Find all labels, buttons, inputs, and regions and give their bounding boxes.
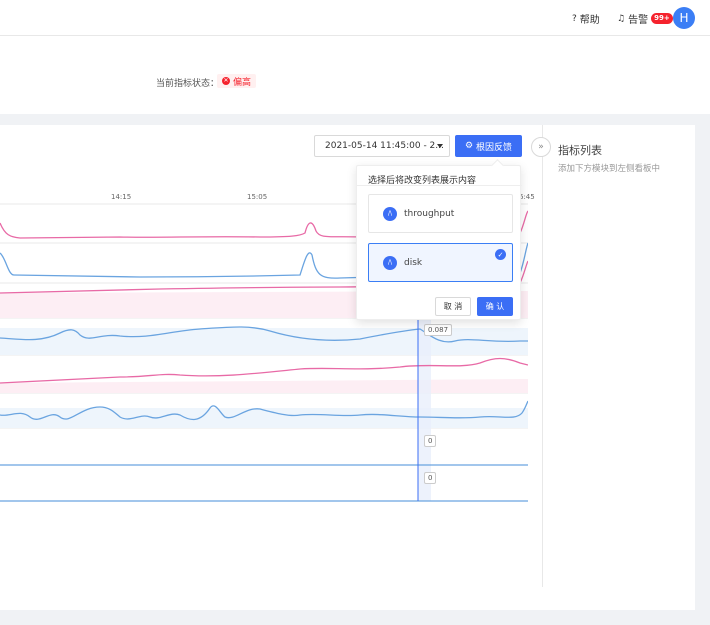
- metric-icon: /\: [383, 255, 397, 270]
- help-link[interactable]: ? 帮助: [572, 11, 600, 27]
- sidebar-hint: 添加下方模块到左侧看板中: [558, 164, 661, 174]
- sidebar-title: 指标列表: [558, 144, 602, 157]
- top-bar: ? 帮助 ♫ 告警 99+ H: [0, 0, 710, 36]
- dropdown-item-disk[interactable]: /\ disk ✓: [368, 243, 513, 282]
- dropdown-item-throughput[interactable]: /\ throughput: [368, 194, 513, 233]
- tooltip-value: 0.087: [424, 324, 453, 336]
- time-label: 6:45: [519, 193, 535, 201]
- metric-icon: /\: [383, 206, 397, 221]
- status-label: 当前指标状态：: [156, 79, 220, 89]
- warning-icon: ✕: [222, 77, 230, 85]
- alarm-link[interactable]: ♫ 告警 99+: [617, 11, 673, 26]
- cancel-button[interactable]: 取 消: [435, 297, 471, 316]
- tooltip-value: 0: [424, 472, 437, 484]
- status-value: 偏高: [233, 77, 252, 88]
- time-label: 15:05: [247, 193, 268, 201]
- pink-band: [0, 379, 528, 393]
- time-label: 14:15: [111, 193, 132, 201]
- confirm-button[interactable]: 确 认: [477, 297, 513, 316]
- dropdown-divider: [357, 185, 522, 186]
- main-panel: 2021-05-14 11:45:00 - 2... ⚙ 根因反馈 » 指标列表…: [0, 125, 695, 610]
- dropdown-item-label: disk: [404, 257, 423, 268]
- avatar[interactable]: H: [673, 7, 695, 29]
- alarm-label: 告警: [628, 15, 649, 26]
- status-strip: 当前指标状态： ✕ 偏高: [0, 36, 710, 114]
- double-chevron-right-icon[interactable]: »: [531, 137, 551, 157]
- pink-series-line: [0, 357, 528, 384]
- dropdown-item-label: throughput: [404, 208, 455, 219]
- question-circle-icon: ?: [572, 13, 577, 24]
- help-label: 帮助: [579, 15, 600, 26]
- date-range-select[interactable]: 2021-05-14 11:45:00 - 2...: [314, 135, 450, 157]
- date-range-value: 2021-05-14 11:45:00 - 2...: [325, 141, 444, 151]
- status-badge: ✕ 偏高: [217, 74, 257, 88]
- panel-divider: [542, 125, 543, 587]
- metric-select-dropdown: 选择后将改变列表展示内容 /\ throughput /\ disk ✓ 取 消…: [356, 159, 522, 320]
- bell-icon: ♫: [617, 13, 626, 24]
- robot-icon: ⚙: [464, 141, 474, 151]
- check-icon: ✓: [495, 249, 506, 260]
- root-cause-feedback-button[interactable]: ⚙ 根因反馈: [455, 135, 522, 157]
- caret-down-icon: [437, 144, 443, 148]
- tooltip-value: 0: [424, 435, 437, 447]
- alarm-count-badge: 99+: [651, 13, 673, 24]
- root-cause-label: 根因反馈: [476, 142, 513, 153]
